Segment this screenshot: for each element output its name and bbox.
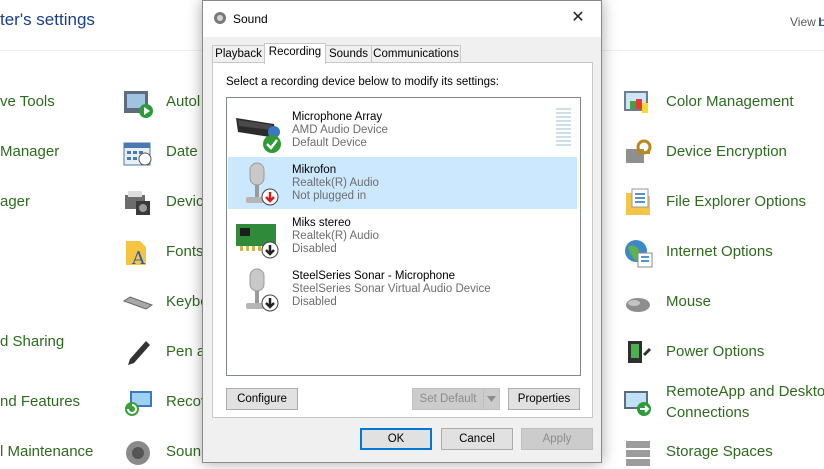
ok-button[interactable]: OK — [360, 428, 432, 450]
sound-icon[interactable] — [122, 437, 154, 469]
device-row-mikrofon[interactable]: Mikrofon Realtek(R) Audio Not plugged in — [228, 157, 577, 209]
recovery-icon[interactable] — [122, 387, 154, 419]
device-name: SteelSeries Sonar - Microphone — [292, 270, 455, 282]
storage-spaces-icon[interactable] — [622, 437, 654, 469]
view-by-dropdown[interactable]: L — [818, 15, 824, 29]
power-options-icon[interactable] — [622, 337, 654, 369]
cp-item-ager[interactable]: ager — [0, 191, 30, 212]
cp-item-internet-options[interactable]: Internet Options — [666, 241, 773, 262]
device-name: Microphone Array — [292, 111, 383, 123]
cp-item-storage-spaces[interactable]: Storage Spaces — [666, 441, 773, 462]
mouse-icon[interactable] — [622, 287, 654, 319]
tab-recording[interactable]: Recording — [264, 43, 326, 64]
file-explorer-options-icon[interactable] — [622, 187, 654, 219]
device-driver: Realtek(R) Audio — [292, 230, 379, 242]
dialog-title: Sound — [233, 12, 268, 26]
tab-communications[interactable]: Communications — [371, 45, 461, 63]
device-name: Miks stereo — [292, 217, 351, 229]
device-row-microphone-array[interactable]: Microphone Array AMD Audio Device Defaul… — [228, 104, 577, 156]
cp-item-pen[interactable]: Pen a — [166, 341, 205, 362]
cp-item-features[interactable]: nd Features — [0, 391, 80, 412]
device-driver: SteelSeries Sonar Virtual Audio Device — [292, 283, 491, 295]
page-title: ter's settings — [0, 10, 95, 29]
recording-tab-panel: Select a recording device below to modif… — [212, 62, 593, 418]
cp-item-remoteapp[interactable]: RemoteApp and Deskto — [666, 381, 824, 402]
device-driver: AMD Audio Device — [292, 124, 388, 136]
chevron-down-icon — [487, 396, 496, 402]
device-row-miks-stereo[interactable]: Miks stereo Realtek(R) Audio Disabled — [228, 210, 577, 262]
cancel-button[interactable]: Cancel — [441, 428, 513, 450]
device-driver: Realtek(R) Audio — [292, 177, 379, 189]
cp-item-maintenance[interactable]: l Maintenance — [0, 441, 93, 462]
apply-button[interactable]: Apply — [521, 428, 593, 450]
date-time-icon[interactable] — [122, 137, 154, 169]
cp-item-autoplay[interactable]: Autol — [166, 91, 200, 112]
instruction-text: Select a recording device below to modif… — [226, 76, 499, 88]
cp-item-mouse[interactable]: Mouse — [666, 291, 711, 312]
color-management-icon[interactable] — [622, 87, 654, 119]
device-row-steelseries-sonar[interactable]: SteelSeries Sonar - Microphone SteelSeri… — [228, 263, 577, 315]
cp-item-file-explorer-options[interactable]: File Explorer Options — [666, 191, 806, 212]
cp-item-sharing[interactable]: d Sharing — [0, 331, 64, 352]
device-status: Not plugged in — [292, 190, 367, 202]
device-status: Default Device — [292, 137, 367, 149]
cp-item-device-encryption[interactable]: Device Encryption — [666, 141, 787, 162]
properties-button[interactable]: Properties — [508, 388, 580, 410]
device-name: Mikrofon — [292, 164, 337, 176]
device-encryption-icon[interactable] — [622, 137, 654, 169]
cp-item-sound[interactable]: Soun — [166, 441, 201, 462]
devices-printers-icon[interactable] — [122, 187, 154, 219]
fonts-icon[interactable]: A — [122, 237, 154, 269]
keyboard-icon[interactable] — [122, 287, 154, 319]
cp-item-manager[interactable]: Manager — [0, 141, 59, 162]
sound-dialog: Sound ✕ Playback Recording Sounds Commun… — [202, 0, 602, 463]
cp-item-color-management[interactable]: Color Management — [666, 91, 794, 112]
dialog-titlebar[interactable]: Sound ✕ — [203, 1, 601, 37]
pen-touch-icon[interactable] — [122, 337, 154, 369]
autoplay-icon[interactable] — [122, 87, 154, 119]
cp-item-devices[interactable]: Devic — [166, 191, 204, 212]
cp-item-admin-tools[interactable]: ve Tools — [0, 91, 55, 112]
microphone-icon — [246, 162, 279, 206]
level-meter — [556, 108, 571, 148]
device-status: Disabled — [292, 296, 337, 308]
microphone-icon — [246, 268, 279, 312]
internet-options-icon[interactable] — [622, 237, 654, 269]
set-default-button[interactable]: Set Default — [412, 388, 484, 410]
recording-device-list[interactable]: Microphone Array AMD Audio Device Defaul… — [226, 97, 581, 376]
close-button[interactable]: ✕ — [555, 1, 601, 35]
svg-text:A: A — [131, 248, 146, 269]
configure-button[interactable]: Configure — [226, 388, 298, 410]
set-default-dropdown-button[interactable] — [483, 388, 500, 410]
cp-item-remoteapp-line2[interactable]: Connections — [666, 402, 749, 423]
sound-card-icon — [236, 224, 279, 259]
device-status: Disabled — [292, 243, 337, 255]
cp-item-fonts[interactable]: Fonts — [166, 241, 204, 262]
cp-item-power-options[interactable]: Power Options — [666, 341, 764, 362]
tab-playback[interactable]: Playback — [212, 45, 265, 63]
microphone-array-icon — [236, 118, 281, 153]
speaker-icon — [214, 12, 226, 24]
remoteapp-icon[interactable] — [622, 387, 654, 419]
tab-sounds[interactable]: Sounds — [325, 45, 372, 63]
cp-item-date-time[interactable]: Date — [166, 141, 198, 162]
